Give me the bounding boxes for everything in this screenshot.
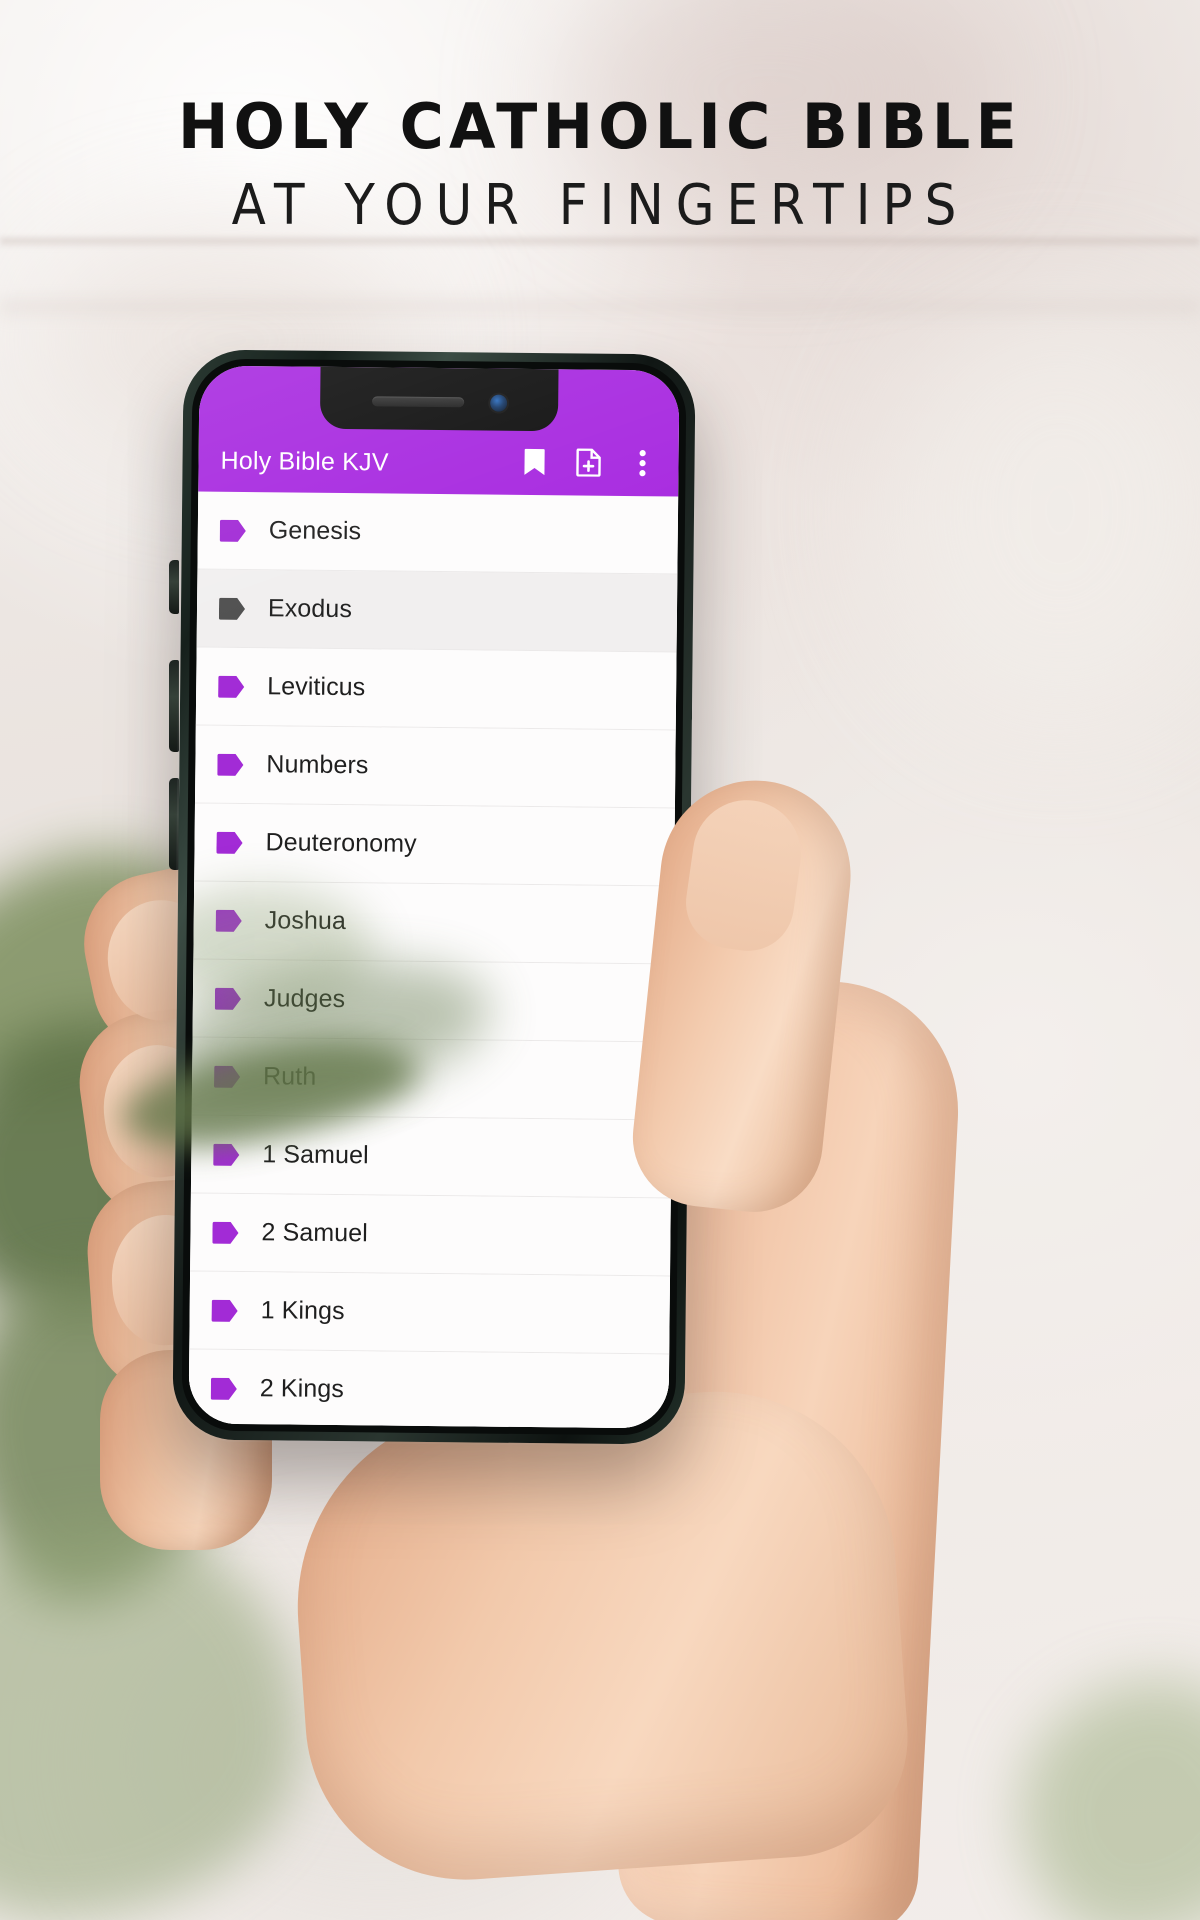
phone-screen: Holy Bible KJV Genesis Exodus Leviticus …: [188, 365, 680, 1429]
book-list-item[interactable]: Judges: [192, 959, 674, 1043]
book-tag-icon: [213, 1143, 240, 1166]
book-tag-icon: [217, 753, 244, 776]
book-list-item-label: Deuteronomy: [265, 828, 417, 858]
app-bar-title: Holy Bible KJV: [220, 446, 389, 477]
promo-screenshot: HOLY CATHOLIC BIBLE AT YOUR FINGERTIPS H…: [0, 0, 1200, 1920]
book-list-item[interactable]: Deuteronomy: [194, 803, 675, 887]
book-tag-icon: [216, 831, 243, 854]
book-list-item[interactable]: Leviticus: [195, 647, 677, 731]
book-tag-icon: [215, 909, 243, 932]
book-list-item-label: Exodus: [267, 594, 353, 624]
book-list-item-label: Numbers: [266, 750, 369, 780]
book-list-item-label: 2 Kings: [259, 1374, 345, 1404]
book-tag-icon: [214, 987, 242, 1010]
book-tag-icon: [219, 519, 247, 542]
promo-headline-block: HOLY CATHOLIC BIBLE AT YOUR FINGERTIPS: [0, 90, 1200, 238]
book-list-item-label: Judges: [263, 984, 346, 1014]
front-camera-icon: [489, 394, 507, 412]
book-list-item[interactable]: 2 Samuel: [190, 1193, 671, 1277]
book-list[interactable]: Genesis Exodus Leviticus Numbers Deuteronomy…: [188, 491, 679, 1429]
palm: [284, 1379, 916, 1891]
book-list-item-label: 1 Samuel: [262, 1140, 369, 1170]
promo-subheadline: AT YOUR FINGERTIPS: [231, 172, 969, 238]
book-tag-icon: [212, 1221, 239, 1244]
book-list-item-label: Genesis: [268, 516, 362, 546]
book-list-item[interactable]: Genesis: [197, 491, 679, 575]
app-bar-actions: [520, 448, 656, 480]
overflow-menu-icon[interactable]: [628, 449, 656, 477]
book-list-item-label: Joshua: [264, 906, 347, 936]
note-add-icon[interactable]: [574, 448, 602, 477]
book-list-item[interactable]: Numbers: [194, 725, 676, 809]
book-list-item[interactable]: Exodus: [196, 569, 678, 653]
book-list-item-label: Leviticus: [267, 672, 366, 702]
book-list-item[interactable]: 1 Kings: [189, 1271, 671, 1355]
promo-headline: HOLY CATHOLIC BIBLE: [178, 90, 1022, 163]
book-list-item-label: 2 Samuel: [261, 1218, 369, 1248]
background-shelf-line: [0, 300, 1200, 322]
earpiece-speaker-icon: [371, 396, 464, 408]
book-list-item[interactable]: Joshua: [193, 881, 675, 965]
bookmark-icon[interactable]: [520, 448, 548, 476]
phone-notch: [319, 366, 559, 432]
book-list-item[interactable]: 2 Kings: [188, 1349, 670, 1429]
phone-device: Holy Bible KJV Genesis Exodus Leviticus …: [172, 349, 696, 1445]
phone-bezel: Holy Bible KJV Genesis Exodus Leviticus …: [181, 358, 687, 1436]
book-tag-icon: [218, 675, 245, 698]
phone-volume-up-button[interactable]: [169, 660, 179, 752]
book-tag-icon: [210, 1377, 238, 1400]
background-shelf-line: [0, 238, 1200, 248]
book-list-item-label: 1 Kings: [260, 1296, 345, 1326]
book-tag-icon: [218, 597, 246, 620]
phone-side-button[interactable]: [169, 560, 179, 614]
book-tag-icon: [211, 1299, 239, 1322]
